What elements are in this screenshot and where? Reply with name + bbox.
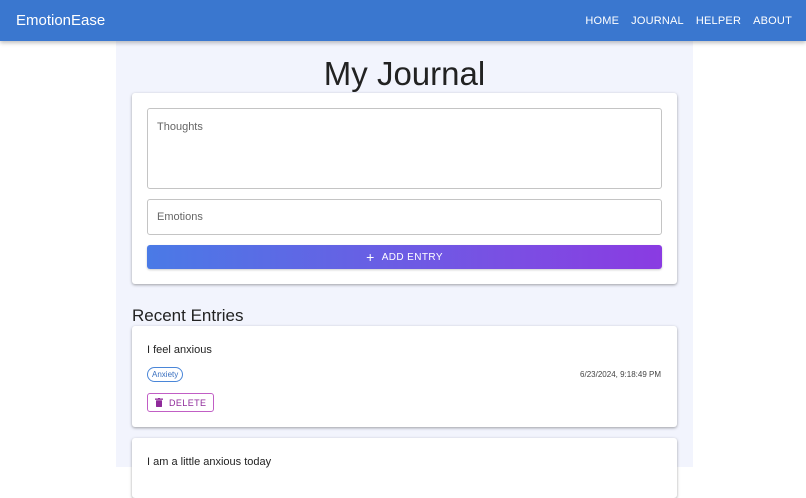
nav-journal[interactable]: JOURNAL: [631, 15, 684, 27]
add-entry-button[interactable]: + ADD ENTRY: [147, 245, 662, 269]
emotions-input[interactable]: [147, 199, 662, 235]
page-title: My Journal: [323, 55, 486, 92]
recent-entries-title: Recent Entries: [132, 306, 244, 325]
app-bar: EmotionEase HOME JOURNAL HELPER ABOUT: [0, 0, 806, 41]
entry-text: I feel anxious: [147, 344, 212, 356]
trash-icon: [155, 398, 163, 407]
nav-about[interactable]: ABOUT: [753, 15, 792, 27]
nav-home[interactable]: HOME: [585, 15, 619, 27]
delete-label: DELETE: [169, 397, 207, 408]
thoughts-input[interactable]: [147, 108, 662, 189]
plus-icon: +: [366, 249, 375, 265]
delete-button[interactable]: DELETE: [147, 393, 215, 412]
entry-form-card: + ADD ENTRY: [132, 93, 677, 284]
emotion-chip: Anxiety: [147, 367, 184, 382]
nav-helper[interactable]: HELPER: [696, 15, 741, 27]
entry-timestamp: 6/23/2024, 9:18:49 PM: [580, 370, 661, 379]
brand-title[interactable]: EmotionEase: [16, 12, 105, 29]
main-nav: HOME JOURNAL HELPER ABOUT: [585, 15, 792, 27]
entry-text: I am a little anxious today: [147, 456, 272, 468]
entry-card: I am a little anxious today: [132, 438, 677, 498]
add-entry-label: ADD ENTRY: [381, 251, 443, 263]
entry-card: I feel anxious Anxiety 6/23/2024, 9:18:4…: [132, 326, 677, 427]
journal-container: My Journal + ADD ENTRY Recent Entries I …: [116, 41, 693, 498]
